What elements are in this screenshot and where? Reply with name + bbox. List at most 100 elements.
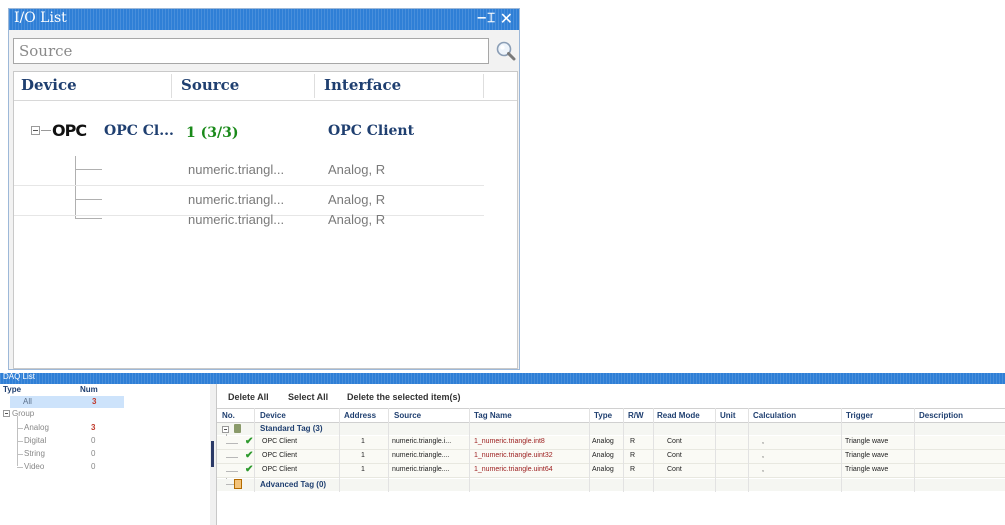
cell-rw: R: [630, 466, 636, 473]
column-header-tag-name[interactable]: Tag Name: [474, 411, 512, 420]
type-num: 0: [91, 436, 96, 445]
tag-table-area: Delete All Select All Delete the selecte…: [217, 384, 1005, 525]
cell-type: Analog: [592, 438, 614, 445]
cell-read-mode: Cont: [667, 452, 682, 459]
column-header-rw[interactable]: R/W: [628, 411, 644, 420]
select-all-button[interactable]: Select All: [288, 392, 328, 402]
type-label: Video: [24, 462, 45, 471]
cell-address: 1: [361, 438, 365, 445]
type-panel-header: Type Num: [0, 384, 210, 396]
tag-table-header: No. Device Address Source Tag Name Type …: [217, 408, 1005, 423]
source-row[interactable]: numeric.triangl... Analog, R: [14, 156, 484, 186]
column-header-device[interactable]: Device: [260, 411, 286, 420]
source-cell: numeric.triangl...: [188, 162, 285, 177]
pin-icon[interactable]: −⌶: [476, 11, 495, 26]
type-item-analog[interactable]: Analog 3: [0, 422, 210, 434]
check-icon: ✔: [245, 464, 254, 475]
cell-tag-name: 1_numeric.triangle.uint64: [474, 466, 553, 473]
group-label: Standard Tag (3): [260, 424, 323, 433]
cell-read-mode: Cont: [667, 466, 682, 473]
cell-read-mode: Cont: [667, 438, 682, 445]
interface-cell: Analog, R: [328, 212, 386, 227]
interface-cell: Analog, R: [328, 162, 386, 177]
cell-trigger: Triangle wave: [845, 438, 889, 445]
cell-calculation: ,: [762, 452, 764, 459]
type-item-string[interactable]: String 0: [0, 448, 210, 460]
splitter-grip[interactable]: [211, 441, 214, 467]
interface-cell: Analog, R: [328, 192, 386, 207]
io-grid-header: Device Source Interface: [14, 72, 517, 101]
column-header-read-mode[interactable]: Read Mode: [657, 411, 700, 420]
column-header-trigger[interactable]: Trigger: [846, 411, 873, 420]
delete-all-button[interactable]: Delete All: [228, 392, 269, 402]
type-item-all[interactable]: All 3: [10, 396, 124, 408]
column-header-type[interactable]: Type: [594, 411, 612, 420]
cell-tag-name: 1_numeric.triangle.int8: [474, 438, 545, 445]
type-item-video[interactable]: Video 0: [0, 461, 210, 473]
cell-rw: R: [630, 438, 636, 445]
column-header-interface[interactable]: Interface: [324, 76, 401, 94]
io-list-titlebar[interactable]: I/O List −⌶ ✕: [9, 9, 519, 30]
group-label: Advanced Tag (0): [260, 480, 327, 489]
io-list-panel: I/O List −⌶ ✕ Device Source Interface OP…: [8, 8, 520, 370]
panel-splitter[interactable]: [210, 384, 217, 525]
cell-device: OPC Client: [262, 466, 298, 473]
column-header-no[interactable]: No.: [222, 411, 235, 420]
cell-source: numeric.triangle....: [392, 466, 450, 473]
cell-calculation: ,: [762, 438, 764, 445]
collapse-icon[interactable]: [222, 426, 229, 433]
cell-type: Analog: [592, 466, 614, 473]
cell-source: numeric.triangle.i...: [392, 438, 452, 445]
cell-address: 1: [361, 452, 365, 459]
collapse-icon[interactable]: [31, 126, 40, 135]
cell-trigger: Triangle wave: [845, 452, 889, 459]
column-header-device[interactable]: Device: [21, 76, 77, 94]
device-name: OPC Cl...: [104, 123, 174, 139]
check-icon: ✔: [245, 450, 254, 461]
source-row[interactable]: numeric.triangl... Analog, R: [14, 206, 484, 235]
type-num: 3: [91, 423, 96, 432]
device-row-opc[interactable]: OPC OPC Cl... 1 (3/3) OPC Client: [14, 108, 484, 156]
opc-logo-icon: OPC: [52, 121, 87, 140]
tag-row[interactable]: ✔ OPC Client 1 numeric.triangle.... 1_nu…: [217, 450, 1005, 464]
check-icon: ✔: [245, 436, 254, 447]
advanced-tag-group[interactable]: Advanced Tag (0): [217, 479, 1005, 491]
device-interface: OPC Client: [328, 123, 415, 139]
source-search-input[interactable]: [14, 39, 488, 63]
standard-tag-group[interactable]: Standard Tag (3): [217, 423, 1005, 435]
daq-list-title: DAQ List: [3, 372, 36, 381]
column-header-unit[interactable]: Unit: [720, 411, 736, 420]
daq-list-titlebar[interactable]: DAQ List: [0, 372, 1005, 384]
type-label: Analog: [24, 423, 49, 432]
cell-device: OPC Client: [262, 438, 298, 445]
column-header-address[interactable]: Address: [344, 411, 376, 420]
delete-selected-button[interactable]: Delete the selected item(s): [347, 392, 461, 402]
source-cell: numeric.triangl...: [188, 212, 285, 227]
io-list-title: I/O List: [14, 10, 67, 26]
tag-group-icon: [234, 424, 241, 433]
cell-tag-name: 1_numeric.triangle.uint32: [474, 452, 553, 459]
type-header: Type: [3, 385, 22, 394]
tag-row[interactable]: ✔ OPC Client 1 numeric.triangle.i... 1_n…: [217, 436, 1005, 450]
collapse-icon[interactable]: [3, 410, 10, 417]
tag-row[interactable]: ✔ OPC Client 1 numeric.triangle.... 1_nu…: [217, 464, 1005, 478]
search-icon[interactable]: [495, 39, 517, 63]
column-header-calculation[interactable]: Calculation: [753, 411, 796, 420]
close-icon[interactable]: ✕: [500, 9, 513, 28]
cell-rw: R: [630, 452, 636, 459]
source-cell: numeric.triangl...: [188, 192, 285, 207]
type-label: String: [24, 449, 45, 458]
advanced-tag-icon: [234, 479, 242, 489]
type-num: 0: [91, 449, 96, 458]
cell-source: numeric.triangle....: [392, 452, 450, 459]
type-label: All: [23, 397, 32, 406]
column-header-description[interactable]: Description: [919, 411, 963, 420]
cell-calculation: ,: [762, 466, 764, 473]
column-header-source[interactable]: Source: [394, 411, 421, 420]
io-search-box: [13, 38, 489, 64]
type-item-group[interactable]: Group: [0, 408, 210, 420]
source-count: 1 (3/3): [186, 125, 239, 141]
type-item-digital[interactable]: Digital 0: [0, 435, 210, 447]
type-label: Group: [12, 409, 35, 418]
column-header-source[interactable]: Source: [181, 76, 239, 94]
